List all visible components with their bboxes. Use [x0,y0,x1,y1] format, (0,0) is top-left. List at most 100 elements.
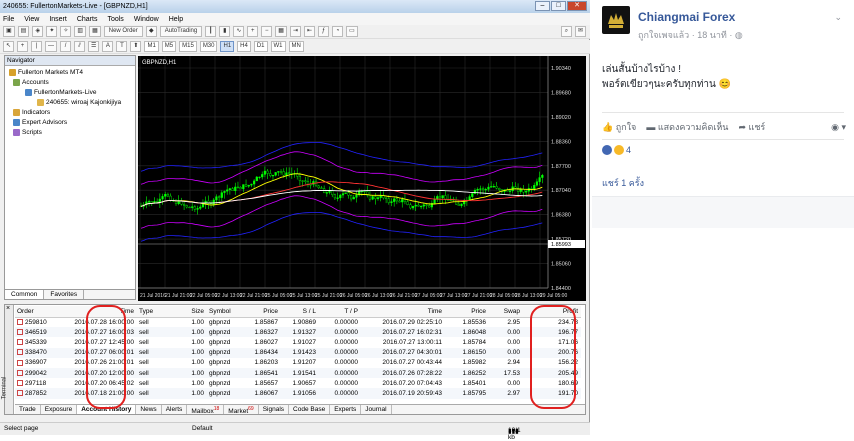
tab-favorites[interactable]: Favorites [44,290,85,299]
tab-market[interactable]: Market69 [224,405,259,415]
horizontal-line-icon[interactable]: — [45,41,58,52]
vertical-line-icon[interactable]: | [31,41,43,52]
nav-server[interactable]: FullertonMarkets-Live [25,89,97,96]
column-header[interactable]: S / L [281,306,319,318]
close-icon[interactable]: × [6,305,10,312]
table-cell: 1.00 [177,388,207,399]
chevron-down-icon[interactable]: ⌄ [834,12,842,23]
page-name[interactable]: Chiangmai Forex [638,10,735,24]
table-cell: 0.00000 [319,327,361,338]
indicators-icon[interactable]: ƒ [318,26,329,37]
comment-button[interactable]: ▬ แสดงความคิดเห็น [646,120,728,134]
tf-d1[interactable]: D1 [253,41,268,52]
search-icon[interactable]: ⌕ [560,26,572,37]
tab-alerts[interactable]: Alerts [162,405,188,414]
menu-insert[interactable]: Insert [49,16,67,23]
terminal-label: Terminal [1,376,8,400]
column-header[interactable]: Price [243,306,281,318]
tab-trade[interactable]: Trade [15,405,41,414]
tab-code-base[interactable]: Code Base [289,405,331,414]
new-order-button[interactable]: New Order [103,26,143,37]
column-header[interactable]: Swap [489,306,523,318]
tab-experts[interactable]: Experts [330,405,362,414]
zoom-out-icon[interactable]: − [261,26,273,37]
autoscroll-icon[interactable]: ⇥ [289,26,301,37]
new-chart-icon[interactable]: ▣ [3,26,15,37]
nav-root[interactable]: Fullerton Markets MT4 [9,69,83,76]
terminal-icon[interactable]: ▥ [74,26,87,37]
tab-mailbox[interactable]: Mailbox18 [187,405,225,415]
table-cell: 1.86048 [445,327,489,338]
column-header[interactable]: Order [15,306,63,318]
crosshair-icon[interactable]: + [17,41,29,52]
tester-icon[interactable]: ▦ [89,26,101,37]
fibonacci-icon[interactable]: ☰ [88,41,100,52]
reaction-picker[interactable]: ◉ ▾ [831,122,846,133]
avatar[interactable] [602,6,630,34]
candle-chart-icon[interactable]: ▮ [219,26,231,37]
tab-news[interactable]: News [136,405,162,414]
menu-file[interactable]: File [3,16,14,23]
nav-accounts[interactable]: Accounts [13,79,49,86]
profiles-icon[interactable]: ▤ [17,26,30,37]
comment-area[interactable] [592,196,854,228]
tf-h4[interactable]: H4 [237,41,251,52]
tf-m1[interactable]: M1 [144,41,159,52]
tile-windows-icon[interactable]: ▦ [275,26,287,37]
bar-chart-icon[interactable]: ┃ [205,26,217,37]
text-icon[interactable]: A [102,41,114,52]
channel-icon[interactable]: ⫽ [74,41,86,52]
tab-signals[interactable]: Signals [259,405,290,414]
arrows-icon[interactable]: ⬆ [130,41,142,52]
maximize-button[interactable]: □ [551,1,566,11]
templates-icon[interactable]: ▭ [346,26,358,37]
column-header[interactable]: T / P [319,306,361,318]
like-button[interactable]: 👍 ถูกใจ [602,120,636,134]
market-watch-icon[interactable]: ◈ [32,26,44,37]
periods-icon[interactable]: ◔ [332,26,343,37]
minimize-button[interactable]: – [535,1,550,11]
nav-scripts[interactable]: Scripts [13,129,42,136]
nav-experts[interactable]: Expert Advisors [13,119,67,126]
tf-m15[interactable]: M15 [179,41,197,52]
column-header[interactable]: Size [177,306,207,318]
price-chart[interactable]: 1.90340 1.89680 1.89020 1.88360 1.87700 1.870… [138,56,586,301]
menu-charts[interactable]: Charts [77,16,98,23]
navigator-panel: Navigator Fullerton Markets MT4 Accounts… [4,55,136,300]
tab-exposure[interactable]: Exposure [41,405,78,414]
chat-icon[interactable]: ✉ [574,26,586,37]
tf-h1[interactable]: H1 [220,41,235,52]
chart-shift-icon[interactable]: ⇤ [303,26,315,37]
tab-common[interactable]: Common [5,290,45,299]
menu-help[interactable]: Help [169,16,183,23]
zoom-in-icon[interactable]: + [247,26,259,37]
nav-account[interactable]: 240655: wiroaj Kajonkijiya [37,99,121,106]
trendline-icon[interactable]: / [60,41,72,52]
navigator-icon[interactable]: ✧ [60,26,72,37]
tab-journal[interactable]: Journal [361,405,392,414]
nav-indicators[interactable]: Indicators [13,109,50,116]
share-count[interactable]: แชร์ 1 ครั้ง [602,176,644,190]
tf-w1[interactable]: W1 [270,41,286,52]
cursor-icon[interactable]: ↖ [3,41,15,52]
candle-body [304,180,307,182]
candle-body [261,174,264,178]
label-icon[interactable]: T [116,41,128,52]
menu-window[interactable]: Window [134,16,159,23]
data-window-icon[interactable]: ✦ [46,26,58,37]
line-chart-icon[interactable]: ∿ [233,26,245,37]
tf-m5[interactable]: M5 [161,41,177,52]
autotrading-button[interactable]: AutoTrading [159,26,203,37]
column-header[interactable]: Price [445,306,489,318]
menu-view[interactable]: View [24,16,39,23]
column-header[interactable]: Time [361,306,445,318]
share-button[interactable]: ➦ แชร์ [738,120,765,134]
tf-m30[interactable]: M30 [199,41,218,52]
column-header[interactable]: Symbol [207,306,243,318]
tf-mn[interactable]: MN [288,41,304,52]
reaction-summary[interactable]: 4 [602,145,631,155]
close-button[interactable]: ✕ [567,1,587,11]
metaeditor-icon[interactable]: ◆ [145,26,157,37]
column-header[interactable]: Type [137,306,177,318]
menu-tools[interactable]: Tools [107,16,123,23]
